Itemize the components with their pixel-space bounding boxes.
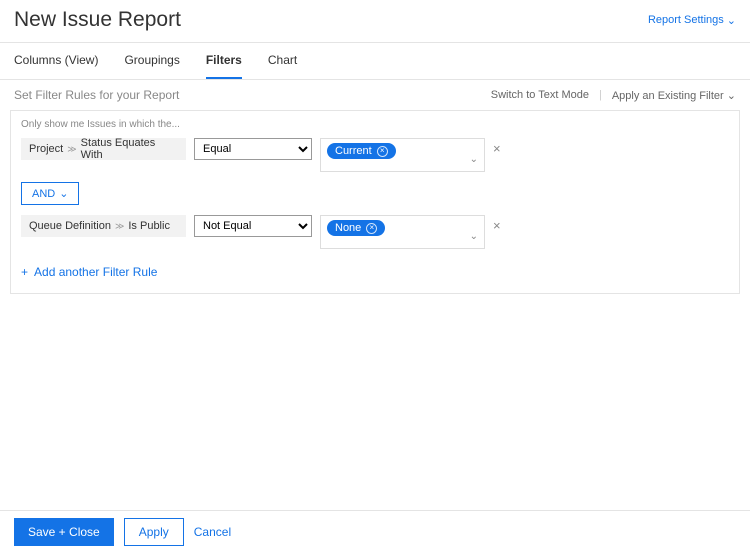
page-title: New Issue Report <box>14 8 181 32</box>
tab-chart[interactable]: Chart <box>268 53 297 79</box>
tab-groupings[interactable]: Groupings <box>124 53 179 79</box>
chevron-down-icon: ⌄ <box>727 90 736 102</box>
chevron-down-icon: ⌄ <box>470 231 478 244</box>
helper-text: Only show me Issues in which the... <box>11 111 739 134</box>
field-selector[interactable]: Queue Definition ≫ Is Public <box>21 215 186 237</box>
plus-icon: + <box>21 265 28 279</box>
logic-label: AND <box>32 188 55 200</box>
filter-panel: Only show me Issues in which the... Proj… <box>10 110 740 294</box>
value-input[interactable]: Current × ⌄ <box>320 138 485 172</box>
value-input[interactable]: None × ⌄ <box>320 215 485 249</box>
add-filter-rule-link[interactable]: + Add another Filter Rule <box>11 253 739 293</box>
switch-text-mode-link[interactable]: Switch to Text Mode <box>491 89 589 101</box>
apply-existing-filter-link[interactable]: Apply an Existing Filter ⌄ <box>612 89 736 102</box>
add-rule-label: Add another Filter Rule <box>34 265 157 279</box>
remove-rule-icon[interactable]: × <box>493 138 501 156</box>
field-parent: Queue Definition <box>29 220 111 232</box>
pill-label: Current <box>335 145 372 157</box>
chevron-down-icon: ⌄ <box>59 187 68 200</box>
divider: | <box>599 89 602 101</box>
remove-pill-icon[interactable]: × <box>377 146 388 157</box>
filter-rule: Project ≫ Status Equates With Equal Curr… <box>11 134 739 176</box>
save-close-button[interactable]: Save + Close <box>14 518 114 546</box>
tab-filters[interactable]: Filters <box>206 53 242 79</box>
chevron-right-icon: ≫ <box>67 144 76 155</box>
value-pill[interactable]: Current × <box>327 143 396 159</box>
field-parent: Project <box>29 143 63 155</box>
field-selector[interactable]: Project ≫ Status Equates With <box>21 138 186 160</box>
tabs: Columns (View) Groupings Filters Chart <box>0 43 750 80</box>
remove-rule-icon[interactable]: × <box>493 215 501 233</box>
report-settings-label: Report Settings <box>648 14 724 26</box>
filter-rule: Queue Definition ≫ Is Public Not Equal N… <box>11 211 739 253</box>
chevron-down-icon: ⌄ <box>470 154 478 167</box>
chevron-down-icon: ⌄ <box>727 14 736 27</box>
tab-columns[interactable]: Columns (View) <box>14 53 98 79</box>
pill-label: None <box>335 222 361 234</box>
footer: Save + Close Apply Cancel <box>0 510 750 553</box>
filter-subtitle: Set Filter Rules for your Report <box>14 88 179 102</box>
logic-operator-button[interactable]: AND ⌄ <box>21 182 79 205</box>
remove-pill-icon[interactable]: × <box>366 223 377 234</box>
value-pill[interactable]: None × <box>327 220 385 236</box>
chevron-right-icon: ≫ <box>115 221 124 232</box>
field-child: Is Public <box>128 220 170 232</box>
operator-select[interactable]: Not Equal <box>194 215 312 237</box>
operator-select[interactable]: Equal <box>194 138 312 160</box>
report-settings-link[interactable]: Report Settings ⌄ <box>648 14 736 27</box>
apply-button[interactable]: Apply <box>124 518 184 546</box>
cancel-button[interactable]: Cancel <box>194 525 231 539</box>
field-child: Status Equates With <box>81 137 178 161</box>
